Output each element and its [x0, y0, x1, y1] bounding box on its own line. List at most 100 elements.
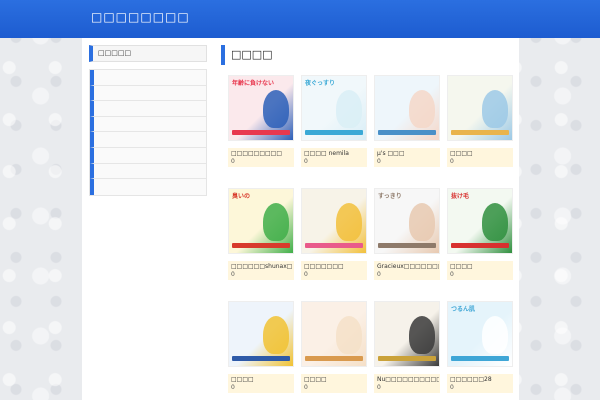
product-title[interactable]: Nu□□□□□□□□□□□	[377, 376, 439, 383]
product-title[interactable]: □□□□□□shunax□	[231, 263, 293, 270]
product-count: 0	[377, 384, 381, 391]
product-thumbnail[interactable]: 年齢に負けない	[228, 75, 294, 141]
product-count: 0	[450, 384, 454, 391]
product-thumbnail[interactable]	[374, 75, 440, 141]
product-count: 0	[304, 271, 308, 278]
product-info: μ's □□□ 0	[374, 148, 440, 167]
thumbnail-figure	[336, 316, 362, 354]
product-info: □□□□ 0	[228, 374, 294, 393]
product-count: 0	[231, 384, 235, 391]
product-card[interactable]: 抜け毛 □□□□ 0	[447, 188, 513, 280]
product-info: Nu□□□□□□□□□□□0	[374, 374, 440, 393]
thumbnail-figure	[263, 316, 289, 354]
product-count: 0	[231, 271, 235, 278]
thumbnail-banner	[378, 243, 436, 248]
thumbnail-banner	[232, 130, 290, 135]
thumbnail-banner	[378, 130, 436, 135]
product-thumbnail[interactable]: 抜け毛	[447, 188, 513, 254]
product-card[interactable]: □□□□ 0	[228, 301, 294, 393]
thumbnail-caption: すっきり	[378, 193, 402, 200]
main-content: □□□□	[221, 45, 514, 65]
product-thumbnail[interactable]	[301, 188, 367, 254]
site-header: □□□□□□□□	[0, 0, 600, 38]
product-card[interactable]: つるん肌 □□□□□□28 0	[447, 301, 513, 393]
product-count: 0	[450, 271, 454, 278]
thumbnail-banner	[451, 243, 509, 248]
sidebar-item[interactable]	[90, 147, 206, 164]
product-thumbnail[interactable]	[447, 75, 513, 141]
sidebar-menu	[89, 69, 207, 196]
product-card[interactable]: すっきり Gracieux□□□□□□□ 0	[374, 188, 440, 280]
thumbnail-banner	[451, 130, 509, 135]
thumbnail-banner	[305, 130, 363, 135]
thumbnail-caption: つるん肌	[451, 306, 476, 313]
product-card[interactable]: □□□□ 0	[447, 75, 513, 167]
sidebar-heading: □□□□□	[89, 45, 207, 62]
thumbnail-banner	[305, 243, 363, 248]
product-thumbnail[interactable]: つるん肌	[447, 301, 513, 367]
product-card[interactable]: μ's □□□ 0	[374, 75, 440, 167]
thumbnail-figure	[263, 90, 289, 128]
product-card[interactable]: 臭いの □□□□□□shunax□ 0	[228, 188, 294, 280]
thumbnail-banner	[232, 243, 290, 248]
sidebar-item[interactable]	[90, 101, 206, 117]
site-title[interactable]: □□□□□□□□	[91, 10, 190, 24]
product-info: □□□□ 0	[301, 374, 367, 393]
thumbnail-banner	[378, 356, 436, 361]
thumbnail-caption: 抜け毛	[451, 193, 470, 200]
product-card[interactable]: Nu□□□□□□□□□□□0	[374, 301, 440, 393]
content-container: □□□□□ □□□□ 年齢に負けない □□□□□□□□□ 0 夜ぐっすり □□□□ ne…	[82, 38, 519, 400]
product-title[interactable]: □□□□□□□	[304, 263, 366, 270]
product-count: 0	[450, 158, 454, 165]
product-title[interactable]: Gracieux□□□□□□□	[377, 263, 439, 270]
product-info: □□□□□□□□□ 0	[228, 148, 294, 167]
sidebar-item[interactable]	[90, 70, 206, 86]
thumbnail-caption: 臭いの	[232, 193, 251, 200]
product-info: □□□□□□□ 0	[301, 261, 367, 280]
thumbnail-figure	[336, 90, 362, 128]
product-count: 0	[377, 271, 381, 278]
product-info: □□□□ nemila 0	[301, 148, 367, 167]
product-thumbnail[interactable]: 臭いの	[228, 188, 294, 254]
product-title[interactable]: □□□□	[450, 150, 512, 157]
product-card[interactable]: □□□□□□□ 0	[301, 188, 367, 280]
thumbnail-figure	[409, 203, 435, 241]
product-title[interactable]: □□□□	[450, 263, 512, 270]
product-thumbnail[interactable]	[301, 301, 367, 367]
thumbnail-banner	[232, 356, 290, 361]
sidebar-item[interactable]	[90, 163, 206, 180]
product-title[interactable]: □□□□□□□□□	[231, 150, 293, 157]
thumbnail-banner	[451, 356, 509, 361]
product-title[interactable]: □□□□ nemila	[304, 150, 366, 157]
thumbnail-figure	[409, 316, 435, 354]
product-title[interactable]: □□□□	[231, 376, 293, 383]
product-thumbnail[interactable]	[374, 301, 440, 367]
product-card[interactable]: 年齢に負けない □□□□□□□□□ 0	[228, 75, 294, 167]
thumbnail-figure	[482, 203, 508, 241]
product-card[interactable]: □□□□ 0	[301, 301, 367, 393]
product-info: □□□□□□shunax□ 0	[228, 261, 294, 280]
thumbnail-caption: 年齢に負けない	[232, 80, 275, 87]
sidebar-item[interactable]	[90, 116, 206, 133]
thumbnail-figure	[336, 203, 362, 241]
sidebar-item[interactable]	[90, 179, 206, 195]
product-title[interactable]: □□□□	[304, 376, 366, 383]
sidebar-item[interactable]	[90, 85, 206, 102]
product-count: 0	[377, 158, 381, 165]
product-info: Gracieux□□□□□□□ 0	[374, 261, 440, 280]
product-info: □□□□□□28 0	[447, 374, 513, 393]
sidebar: □□□□□	[89, 45, 207, 196]
product-card[interactable]: 夜ぐっすり □□□□ nemila 0	[301, 75, 367, 167]
product-title[interactable]: □□□□□□28	[450, 376, 512, 383]
thumbnail-figure	[409, 90, 435, 128]
product-count: 0	[304, 158, 308, 165]
thumbnail-caption: 夜ぐっすり	[305, 80, 336, 87]
thumbnail-figure	[482, 90, 508, 128]
product-thumbnail[interactable]	[228, 301, 294, 367]
product-thumbnail[interactable]: すっきり	[374, 188, 440, 254]
sidebar-item[interactable]	[90, 132, 206, 148]
product-thumbnail[interactable]: 夜ぐっすり	[301, 75, 367, 141]
thumbnail-figure	[482, 316, 508, 354]
product-title[interactable]: μ's □□□	[377, 150, 439, 157]
product-info: □□□□ 0	[447, 261, 513, 280]
